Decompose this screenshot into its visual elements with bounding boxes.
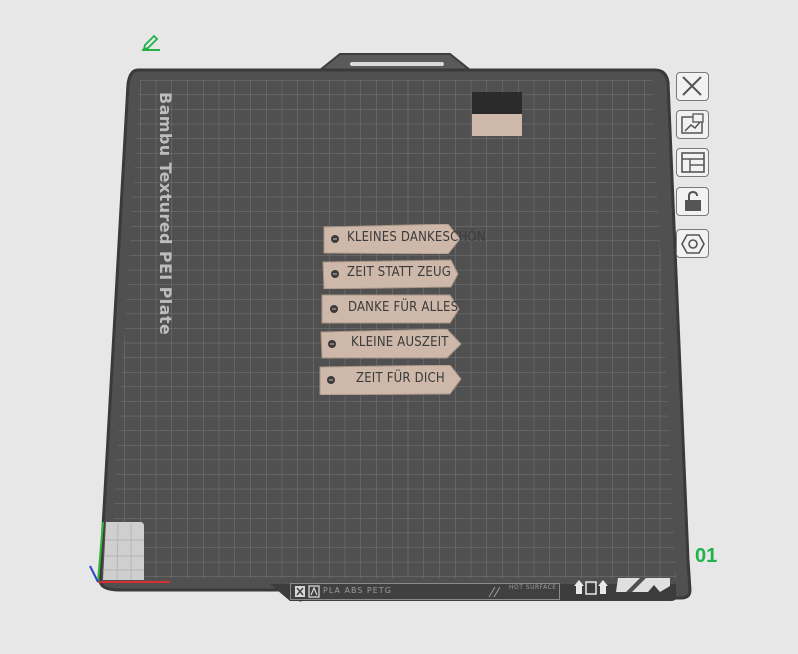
tag-object[interactable]: ZEIT FÜR DICH (318, 365, 463, 395)
hot-surface-text: HOT SURFACE (509, 584, 557, 591)
close-plate-button[interactable] (676, 72, 709, 101)
tag-label: KLEINES DANKESCHÖN (347, 230, 486, 245)
hex-nut-icon (681, 234, 705, 254)
tag-object[interactable]: KLEINES DANKESCHÖN (321, 224, 486, 254)
tag-object[interactable]: KLEINE AUSZEIT (319, 329, 463, 359)
filament-compat-text: PLA ABS PETG (323, 586, 392, 595)
auto-arrange-button[interactable] (676, 110, 709, 139)
tag-object[interactable]: DANKE FÜR ALLES (320, 294, 461, 324)
plate-filament-strip: PLA ABS PETG HOT SURFACE (290, 583, 560, 600)
tag-object[interactable]: ZEIT STATT ZEUG (321, 259, 462, 289)
tag-label: ZEIT FÜR DICH (356, 371, 445, 386)
lock-icon (685, 190, 701, 211)
plate-number[interactable]: 01 (695, 545, 717, 568)
close-icon (682, 76, 702, 96)
lock-plate-button[interactable] (676, 187, 709, 216)
tag-label: ZEIT STATT ZEUG (347, 265, 452, 280)
tag-label: DANKE FÜR ALLES (348, 300, 459, 315)
plate-settings-button[interactable] (676, 229, 709, 258)
build-plate-viewport[interactable]: Bambu Textured PEI Plate PLA ABS PETG HO… (0, 0, 798, 654)
plate-layout-button[interactable] (676, 148, 709, 177)
arrange-icon (681, 113, 704, 134)
plate-type-label: Bambu Textured PEI Plate (156, 92, 175, 336)
filament-symbols-icon (295, 585, 320, 598)
hot-surface-icon (488, 586, 501, 598)
layout-icon (681, 152, 705, 173)
tag-label: KLEINE AUSZEIT (351, 335, 449, 350)
edit-plate-name-icon[interactable] (140, 34, 162, 52)
